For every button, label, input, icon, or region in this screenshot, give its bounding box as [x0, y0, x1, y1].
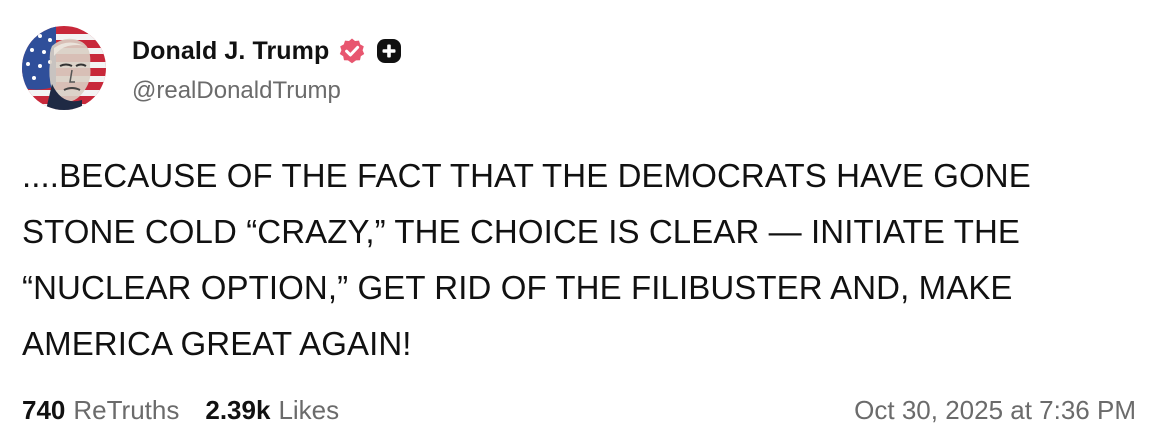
retruths-label: ReTruths [73, 394, 180, 425]
retruths-stat[interactable]: 740 ReTruths [22, 395, 179, 426]
post-footer: 740 ReTruths 2.39k Likes Oct 30, 2025 at… [22, 390, 1136, 430]
name-row: Donald J. Trump [132, 31, 403, 71]
post-text: ....BECAUSE OF THE FACT THAT THE DEMOCRA… [22, 157, 1031, 362]
author-display-name[interactable]: Donald J. Trump [132, 37, 329, 66]
retruths-count: 740 [22, 394, 66, 425]
plus-badge-icon [375, 37, 403, 65]
likes-count: 2.39k [205, 394, 271, 425]
post-header: Donald J. Trump @realDonaldTrump [22, 26, 403, 110]
post-card: Donald J. Trump @realDonaldTrump ....BEC… [0, 0, 1152, 442]
verified-check-badge-icon [338, 37, 366, 65]
likes-label: Likes [278, 394, 340, 425]
avatar[interactable] [22, 26, 106, 110]
avatar-image [22, 26, 106, 110]
author-identity: Donald J. Trump @realDonaldTrump [132, 31, 403, 105]
post-timestamp[interactable]: Oct 30, 2025 at 7:36 PM [854, 395, 1136, 426]
likes-stat[interactable]: 2.39k Likes [205, 395, 339, 426]
author-handle[interactable]: @realDonaldTrump [132, 77, 403, 105]
